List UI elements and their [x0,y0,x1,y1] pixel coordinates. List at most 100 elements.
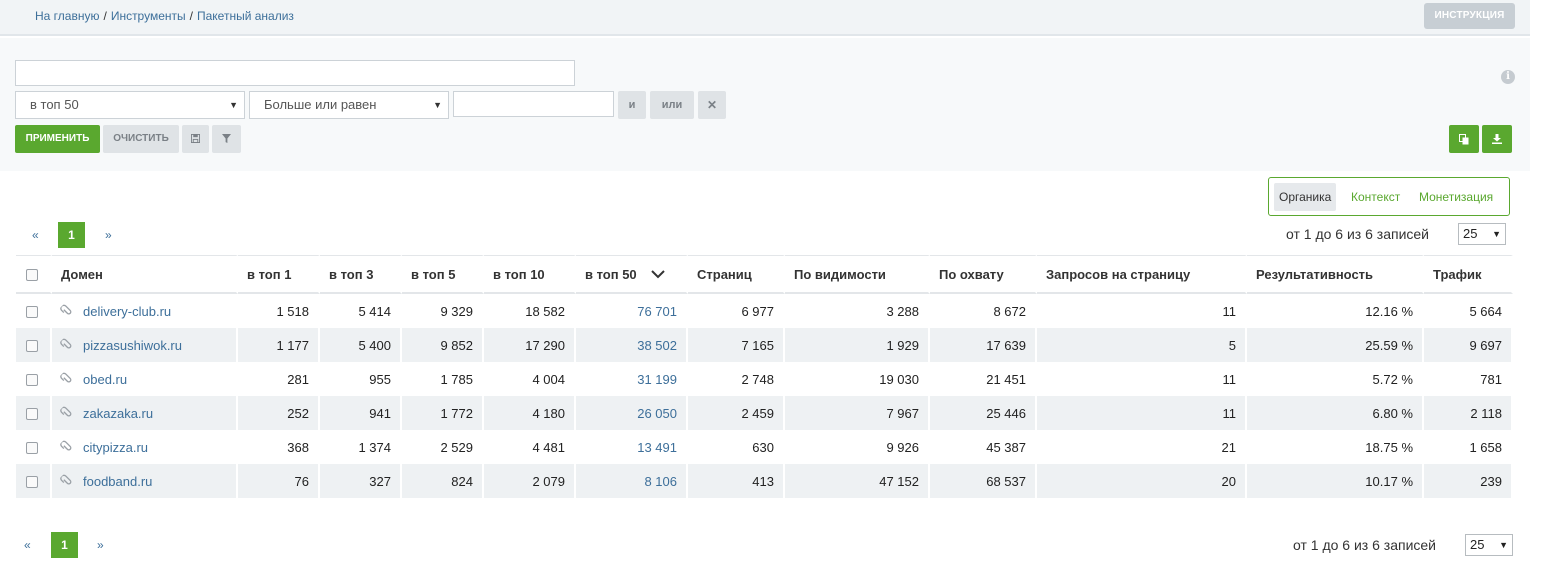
cell-traffic: 781 [1424,362,1513,396]
cell-queries-per-page: 20 [1037,464,1247,498]
field-select[interactable]: в топ 50 ▼ [15,91,245,119]
col-top50[interactable]: в топ 50 [576,255,688,294]
domain-link[interactable]: pizzasushiwok.ru [83,338,182,353]
pagination-next[interactable]: » [105,222,112,248]
select-all-checkbox[interactable] [26,269,38,282]
paperclip-icon[interactable] [57,301,76,320]
per-page-select[interactable]: 25 ▼ [1465,534,1513,556]
cell-top50[interactable]: 26 050 [576,396,688,430]
filter-value-input[interactable] [453,91,614,117]
col-top3[interactable]: в топ 3 [320,255,402,294]
operator-select[interactable]: Больше или равен ▼ [249,91,449,119]
cell-traffic: 2 118 [1424,396,1513,430]
or-button[interactable]: или [650,91,694,119]
table-row[interactable]: obed.ru 281 955 1 785 4 004 31 199 2 748 19 030… [16,362,1513,396]
cell-top50[interactable]: 38 502 [576,328,688,362]
paperclip-icon[interactable] [57,437,76,456]
table-row[interactable]: pizzasushiwok.ru 1 177 5 400 9 852 17 290 38 … [16,328,1513,362]
row-select-cell [16,294,52,328]
cell-top10: 4 481 [484,430,576,464]
copy-button[interactable] [1449,125,1479,153]
col-coverage[interactable]: По охвату [930,255,1037,294]
paperclip-icon[interactable] [57,369,76,388]
pagination-next[interactable]: » [97,532,104,558]
cell-top50[interactable]: 31 199 [576,362,688,396]
pagination-prev[interactable]: « [32,222,39,248]
col-top10[interactable]: в топ 10 [484,255,576,294]
save-button[interactable] [182,125,209,153]
domain-link[interactable]: foodband.ru [83,474,152,489]
caret-down-icon: ▼ [1492,229,1501,239]
tab-context[interactable]: Контекст [1346,183,1405,211]
and-button[interactable]: и [618,91,646,119]
cell-pages: 2 459 [688,396,785,430]
cell-efficiency: 6.80 % [1247,396,1424,430]
chevron-down-icon [650,269,665,278]
table-row[interactable]: delivery-club.ru 1 518 5 414 9 329 18 582 76 … [16,294,1513,328]
cell-top1: 252 [238,396,320,430]
cell-top5: 824 [402,464,484,498]
cell-domain: foodband.ru [52,464,238,498]
cell-top5: 9 852 [402,328,484,362]
domain-link[interactable]: obed.ru [83,372,127,387]
cell-traffic: 9 697 [1424,328,1513,362]
cell-top1: 76 [238,464,320,498]
row-checkbox[interactable] [26,408,38,421]
cell-top50[interactable]: 8 106 [576,464,688,498]
pagination-page[interactable]: 1 [51,532,78,558]
row-checkbox[interactable] [26,306,38,319]
caret-down-icon: ▼ [1499,540,1508,550]
apply-button[interactable]: ПРИМЕНИТЬ [15,125,100,153]
cell-top50[interactable]: 13 491 [576,430,688,464]
paperclip-icon[interactable] [57,335,76,354]
breadcrumb-current[interactable]: Пакетный анализ [197,9,294,23]
col-efficiency[interactable]: Результативность [1247,255,1424,294]
cell-top50[interactable]: 76 701 [576,294,688,328]
row-checkbox[interactable] [26,340,38,353]
info-icon[interactable]: i [1501,70,1515,84]
table-row[interactable]: foodband.ru 76 327 824 2 079 8 106 413 47 152 68… [16,464,1513,498]
per-page-select[interactable]: 25 ▼ [1458,223,1506,245]
cell-pages: 630 [688,430,785,464]
cell-top5: 2 529 [402,430,484,464]
col-top1[interactable]: в топ 1 [238,255,320,294]
cell-top1: 1 177 [238,328,320,362]
col-visibility[interactable]: По видимости [785,255,930,294]
cell-coverage: 45 387 [930,430,1037,464]
tab-monetization[interactable]: Монетизация [1414,183,1498,211]
domain-link[interactable]: zakazaka.ru [83,406,153,421]
paperclip-icon[interactable] [57,471,76,490]
pagination-page[interactable]: 1 [58,222,85,248]
cell-visibility: 19 030 [785,362,930,396]
breadcrumb-home[interactable]: На главную [35,9,99,23]
breadcrumb-tools[interactable]: Инструменты [111,9,186,23]
cell-top3: 5 414 [320,294,402,328]
row-checkbox[interactable] [26,442,38,455]
breadcrumb-separator: / [103,9,107,23]
paperclip-icon[interactable] [57,403,76,422]
filter-query-input[interactable] [15,60,575,86]
instruction-button[interactable]: ИНСТРУКЦИЯ [1424,3,1515,29]
row-checkbox[interactable] [26,476,38,489]
remove-condition-button[interactable]: ✕ [698,91,726,119]
domain-link[interactable]: citypizza.ru [83,440,148,455]
row-checkbox[interactable] [26,374,38,387]
domain-link[interactable]: delivery-club.ru [83,304,171,319]
clear-button[interactable]: ОЧИСТИТЬ [103,125,179,153]
col-traffic[interactable]: Трафик [1424,255,1513,294]
cell-queries-per-page: 11 [1037,362,1247,396]
download-button[interactable] [1482,125,1512,153]
cell-visibility: 1 929 [785,328,930,362]
table-row[interactable]: zakazaka.ru 252 941 1 772 4 180 26 050 2 459 7 … [16,396,1513,430]
table-row[interactable]: citypizza.ru 368 1 374 2 529 4 481 13 491 630 9… [16,430,1513,464]
per-page-value: 25 [1463,226,1478,241]
col-domain[interactable]: Домен [52,255,238,294]
col-pages[interactable]: Страниц [688,255,785,294]
col-top5[interactable]: в топ 5 [402,255,484,294]
col-queries-per-page[interactable]: Запросов на страницу [1037,255,1247,294]
filter-presets-button[interactable] [212,125,241,153]
download-icon [1492,134,1502,145]
operator-select-value: Больше или равен [264,97,377,112]
pagination-prev[interactable]: « [24,532,31,558]
tab-organic[interactable]: Органика [1274,183,1337,211]
